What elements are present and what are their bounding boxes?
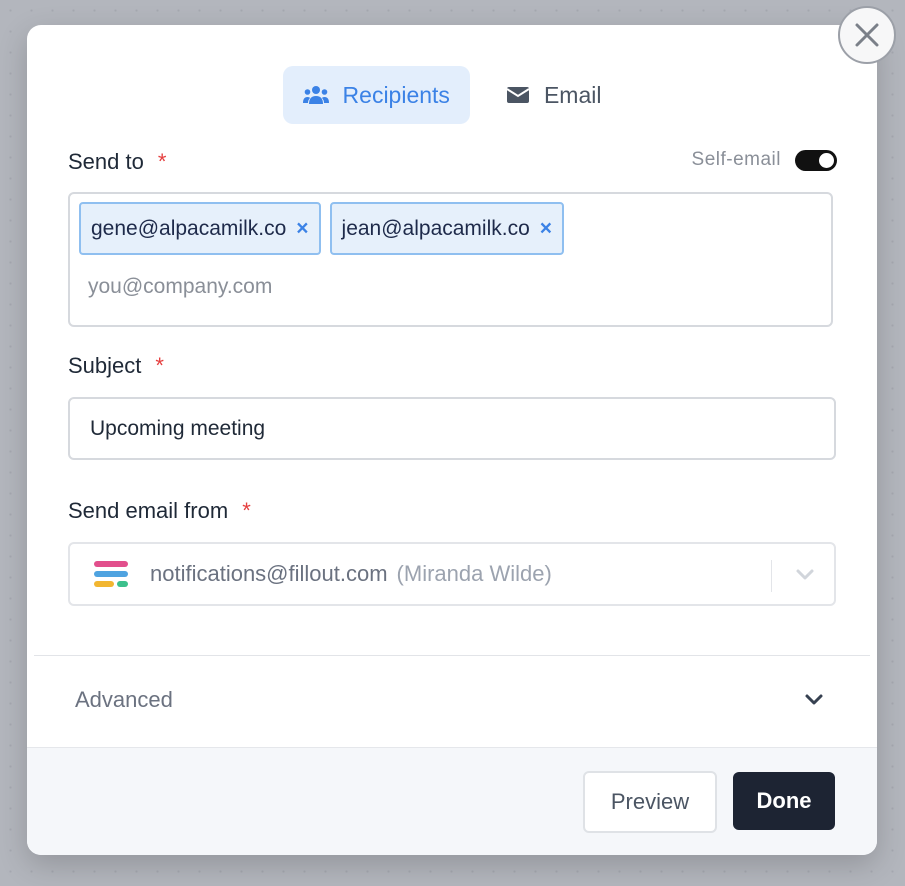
dialog-footer: Preview Done	[27, 747, 877, 855]
self-email-toggle[interactable]	[795, 149, 837, 171]
advanced-section-toggle[interactable]: Advanced	[75, 685, 825, 715]
recipient-email-input[interactable]	[88, 267, 788, 307]
recipient-chip-label: gene@alpacamilk.co	[91, 216, 287, 240]
sender-address: notifications@fillout.com	[150, 561, 388, 586]
recipient-chip: gene@alpacamilk.co ×	[79, 202, 321, 255]
self-email-control: Self-email	[692, 149, 837, 171]
select-separator	[771, 560, 772, 592]
preview-button[interactable]: Preview	[583, 771, 717, 833]
send-from-select[interactable]: notifications@fillout.com (Miranda Wilde…	[68, 542, 836, 606]
envelope-icon	[506, 87, 530, 103]
required-mark: *	[157, 149, 167, 174]
recipient-chip-label: jean@alpacamilk.co	[341, 216, 530, 240]
tab-recipients-label: Recipients	[342, 81, 450, 108]
close-dialog-button[interactable]	[838, 6, 896, 64]
sender-name: (Miranda Wilde)	[396, 561, 552, 586]
chevron-down-icon	[805, 694, 823, 705]
fillout-logo-icon	[94, 561, 128, 587]
advanced-label: Advanced	[75, 687, 173, 712]
self-email-label: Self-email	[691, 149, 781, 170]
tab-email[interactable]: Email	[486, 66, 622, 124]
subject-input[interactable]	[68, 397, 836, 460]
toggle-knob	[819, 152, 834, 168]
tab-recipients[interactable]: Recipients	[282, 66, 470, 124]
close-icon	[855, 23, 879, 47]
recipients-field[interactable]: gene@alpacamilk.co × jean@alpacamilk.co …	[68, 192, 833, 327]
done-button[interactable]: Done	[733, 772, 835, 830]
subject-label: Subject *	[68, 353, 164, 379]
send-to-label: Send to *	[68, 149, 166, 175]
tab-email-label: Email	[543, 81, 602, 108]
send-to-label-text: Send to	[68, 149, 144, 174]
remove-recipient-icon[interactable]: ×	[296, 217, 308, 241]
users-icon	[302, 86, 329, 104]
chevron-down-icon	[796, 569, 814, 580]
send-from-label-text: Send email from	[68, 498, 229, 523]
recipient-chips: gene@alpacamilk.co × jean@alpacamilk.co …	[79, 202, 822, 255]
tab-bar: Recipients Email	[27, 66, 877, 124]
send-from-label: Send email from *	[68, 498, 251, 524]
recipient-chip: jean@alpacamilk.co ×	[329, 202, 565, 255]
section-divider	[34, 655, 870, 656]
email-settings-dialog: Recipients Email Send to * Self-email gen…	[27, 25, 877, 855]
required-mark: *	[155, 353, 164, 378]
remove-recipient-icon[interactable]: ×	[540, 217, 552, 241]
subject-label-text: Subject	[68, 353, 142, 378]
required-mark: *	[242, 498, 251, 523]
